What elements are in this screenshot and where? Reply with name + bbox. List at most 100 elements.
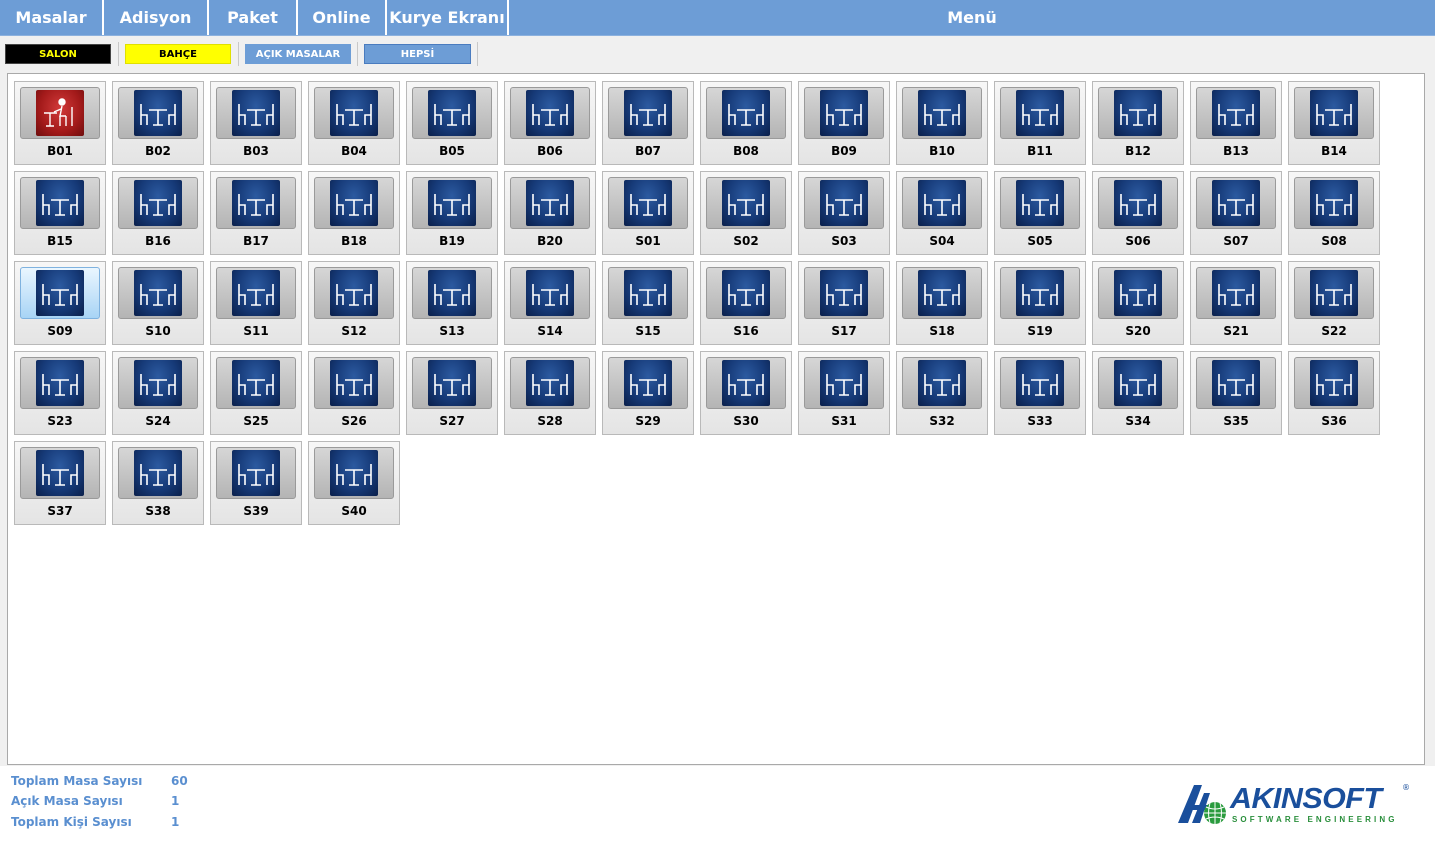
table-tile[interactable]: B09 — [798, 81, 890, 165]
nav-masalar-button[interactable]: Masalar — [0, 0, 104, 35]
nav-menu-button[interactable]: Menü — [509, 0, 1435, 35]
table-tile[interactable]: B07 — [602, 81, 694, 165]
brand-tagline: SOFTWARE ENGINEERING — [1232, 815, 1398, 824]
table-tile[interactable]: S39 — [210, 441, 302, 525]
filter-hepsi-button[interactable]: HEPSİ — [364, 44, 471, 64]
table-tile[interactable]: S18 — [896, 261, 988, 345]
table-tile[interactable]: S23 — [14, 351, 106, 435]
table-tile[interactable]: B19 — [406, 171, 498, 255]
area-filter-bar: SALON BAHÇE AÇIK MASALAR HEPSİ — [0, 36, 1435, 72]
table-tile[interactable]: B01 — [14, 81, 106, 165]
nav-adisyon-button[interactable]: Adisyon — [104, 0, 209, 35]
nav-online-button[interactable]: Online — [298, 0, 387, 35]
table-tile-image — [706, 177, 786, 229]
table-tile[interactable]: B14 — [1288, 81, 1380, 165]
dining-table-icon — [428, 270, 476, 316]
dining-table-icon — [134, 360, 182, 406]
table-tile[interactable]: B02 — [112, 81, 204, 165]
table-tile[interactable]: B04 — [308, 81, 400, 165]
table-tile[interactable]: S26 — [308, 351, 400, 435]
table-tile[interactable]: S36 — [1288, 351, 1380, 435]
table-label: S05 — [1027, 234, 1053, 248]
table-tile-image — [20, 87, 100, 139]
table-label: B16 — [145, 234, 171, 248]
table-tile[interactable]: S05 — [994, 171, 1086, 255]
table-tile[interactable]: S33 — [994, 351, 1086, 435]
table-tile-image — [902, 87, 982, 139]
table-tile[interactable]: S17 — [798, 261, 890, 345]
table-tile[interactable]: S24 — [112, 351, 204, 435]
table-tile[interactable]: B05 — [406, 81, 498, 165]
nav-kurye-button[interactable]: Kurye Ekranı — [387, 0, 509, 35]
table-tile-image — [118, 87, 198, 139]
dining-table-icon — [134, 180, 182, 226]
table-tile[interactable]: S16 — [700, 261, 792, 345]
table-tile[interactable]: S30 — [700, 351, 792, 435]
table-tile[interactable]: S11 — [210, 261, 302, 345]
table-tile[interactable]: B16 — [112, 171, 204, 255]
table-tile[interactable]: S29 — [602, 351, 694, 435]
table-tile[interactable]: S27 — [406, 351, 498, 435]
dining-table-icon — [1212, 360, 1260, 406]
table-tile[interactable]: S37 — [14, 441, 106, 525]
table-tile[interactable]: S40 — [308, 441, 400, 525]
dining-table-icon — [624, 90, 672, 136]
table-tile[interactable]: S06 — [1092, 171, 1184, 255]
dining-table-icon — [526, 180, 574, 226]
table-tile[interactable]: S20 — [1092, 261, 1184, 345]
table-label: S01 — [635, 234, 661, 248]
table-tile[interactable]: S13 — [406, 261, 498, 345]
table-tile[interactable]: B17 — [210, 171, 302, 255]
table-tile[interactable]: B06 — [504, 81, 596, 165]
table-tile[interactable]: S35 — [1190, 351, 1282, 435]
filter-salon-button[interactable]: SALON — [5, 44, 111, 64]
table-tile[interactable]: B10 — [896, 81, 988, 165]
table-tile[interactable]: S09 — [14, 261, 106, 345]
dining-table-icon — [134, 450, 182, 496]
table-tile[interactable]: S21 — [1190, 261, 1282, 345]
table-tile-image — [314, 267, 394, 319]
table-tile[interactable]: S22 — [1288, 261, 1380, 345]
table-tile[interactable]: S02 — [700, 171, 792, 255]
table-tile[interactable]: S14 — [504, 261, 596, 345]
table-tile[interactable]: S10 — [112, 261, 204, 345]
table-tile[interactable]: B13 — [1190, 81, 1282, 165]
table-tile[interactable]: S07 — [1190, 171, 1282, 255]
table-tile[interactable]: S19 — [994, 261, 1086, 345]
table-tile[interactable]: B11 — [994, 81, 1086, 165]
table-tile[interactable]: B08 — [700, 81, 792, 165]
table-tile[interactable]: B20 — [504, 171, 596, 255]
table-tile[interactable]: S04 — [896, 171, 988, 255]
table-tile[interactable]: S03 — [798, 171, 890, 255]
filter-bahce-button[interactable]: BAHÇE — [125, 44, 231, 64]
table-tile[interactable]: S28 — [504, 351, 596, 435]
table-tile-image — [608, 87, 688, 139]
dining-table-icon — [820, 360, 868, 406]
stat-label: Toplam Kişi Sayısı — [11, 815, 132, 829]
table-tile[interactable]: B15 — [14, 171, 106, 255]
table-label: S19 — [1027, 324, 1053, 338]
table-tile[interactable]: B03 — [210, 81, 302, 165]
dining-table-icon — [1016, 270, 1064, 316]
dining-table-icon — [624, 360, 672, 406]
table-tile-image — [608, 267, 688, 319]
dining-table-icon — [624, 270, 672, 316]
table-tile-image — [706, 87, 786, 139]
table-tile[interactable]: S01 — [602, 171, 694, 255]
table-tile[interactable]: S31 — [798, 351, 890, 435]
nav-paket-button[interactable]: Paket — [209, 0, 298, 35]
table-tile[interactable]: S32 — [896, 351, 988, 435]
table-label: B03 — [243, 144, 269, 158]
table-tile[interactable]: B12 — [1092, 81, 1184, 165]
table-tile[interactable]: S12 — [308, 261, 400, 345]
table-tile[interactable]: S25 — [210, 351, 302, 435]
table-tile[interactable]: S38 — [112, 441, 204, 525]
table-tile[interactable]: S34 — [1092, 351, 1184, 435]
filter-acik-masalar-button[interactable]: AÇIK MASALAR — [245, 44, 351, 64]
table-tile[interactable]: S08 — [1288, 171, 1380, 255]
table-tile[interactable]: S15 — [602, 261, 694, 345]
table-label: B13 — [1223, 144, 1249, 158]
table-tile[interactable]: B18 — [308, 171, 400, 255]
table-tile-image — [314, 357, 394, 409]
person-at-table-icon — [36, 90, 84, 136]
